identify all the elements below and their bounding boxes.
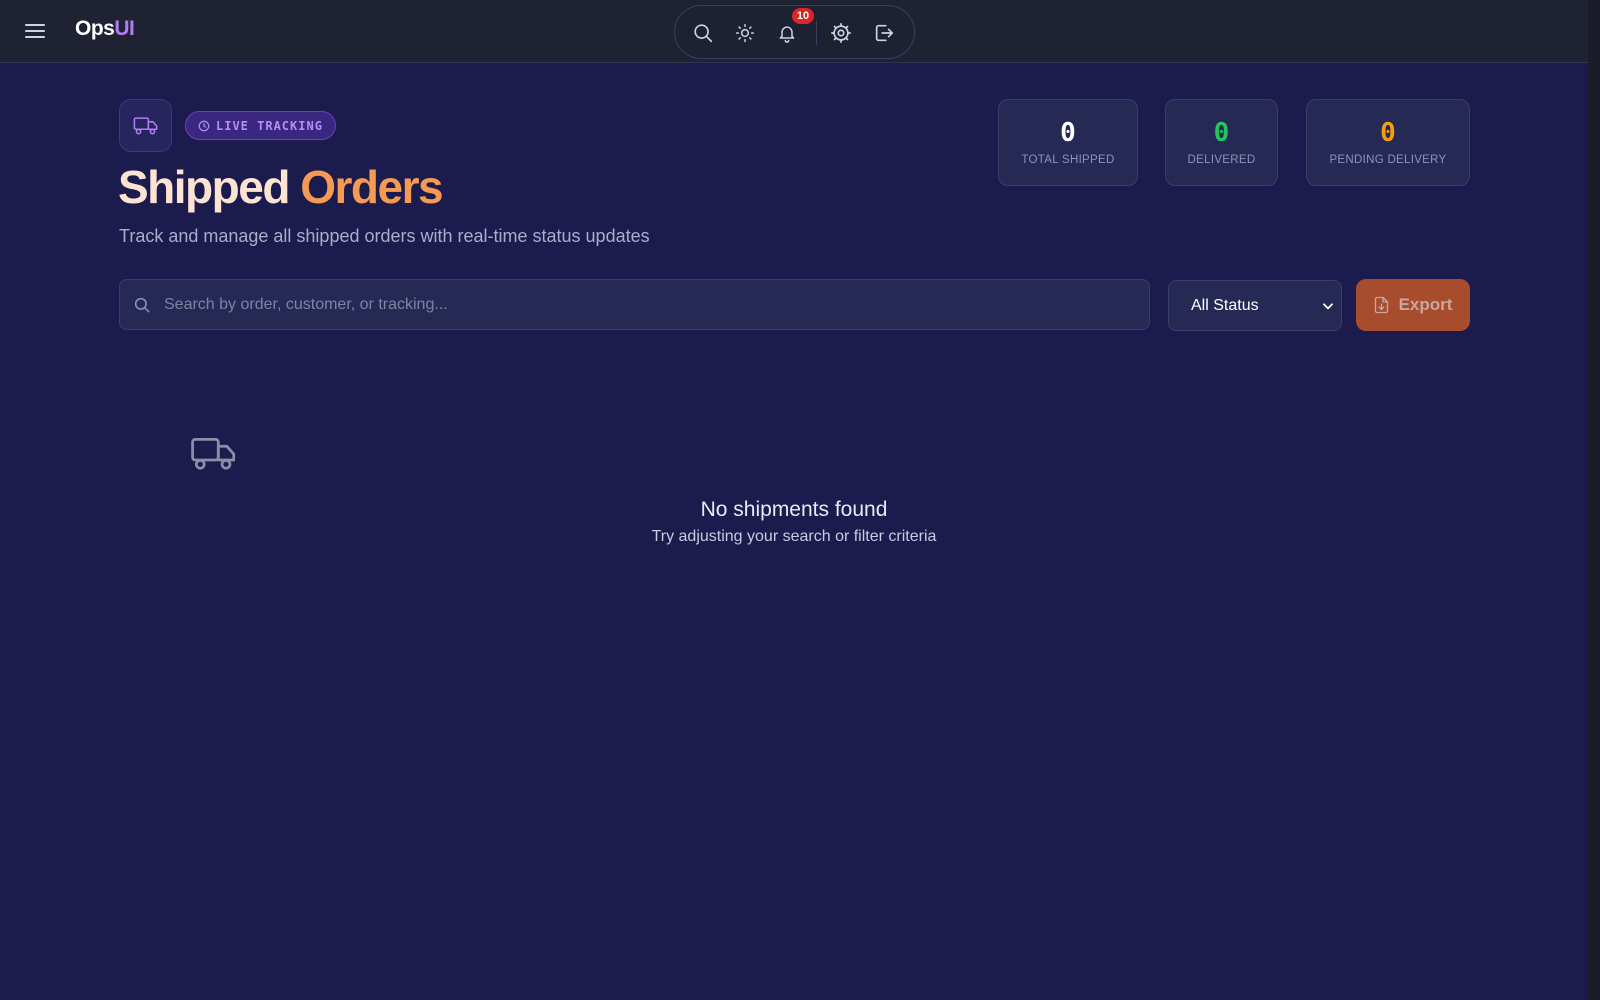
nav-divider bbox=[816, 21, 817, 45]
stat-pending-delivery-value: 0 bbox=[1380, 118, 1396, 148]
stat-pending-delivery: 0 PENDING DELIVERY bbox=[1306, 99, 1470, 186]
page-title-part1: Shipped bbox=[118, 161, 290, 213]
app-logo[interactable]: OpsUI bbox=[75, 17, 135, 41]
logout-icon[interactable] bbox=[872, 21, 896, 45]
empty-state-title: No shipments found bbox=[700, 498, 888, 521]
notification-badge: 10 bbox=[792, 8, 814, 24]
file-download-icon bbox=[1374, 296, 1388, 314]
stat-total-shipped-label: TOTAL SHIPPED bbox=[1021, 154, 1115, 166]
page-subtitle: Track and manage all shipped orders with… bbox=[119, 226, 650, 246]
truck-tile bbox=[119, 99, 172, 152]
logo-text-ui: UI bbox=[114, 17, 135, 40]
sun-icon[interactable] bbox=[733, 21, 757, 45]
stat-total-shipped-value: 0 bbox=[1060, 118, 1076, 148]
search-icon[interactable] bbox=[691, 21, 715, 45]
status-filter-value: All Status bbox=[1191, 297, 1259, 314]
stat-total-shipped: 0 TOTAL SHIPPED bbox=[998, 99, 1138, 186]
clock-icon bbox=[198, 120, 210, 131]
search-icon bbox=[134, 297, 150, 313]
stat-pending-delivery-label: PENDING DELIVERY bbox=[1329, 154, 1447, 166]
gear-icon[interactable] bbox=[829, 21, 853, 45]
export-button[interactable]: Export bbox=[1356, 279, 1470, 331]
empty-truck-icon bbox=[191, 438, 236, 470]
page-title: Shipped Orders bbox=[118, 160, 444, 214]
live-tracking-label: LIVE TRACKING bbox=[216, 118, 323, 133]
logo-text-ops: Ops bbox=[75, 17, 115, 40]
empty-state-subtitle: Try adjusting your search or filter crit… bbox=[651, 528, 937, 545]
truck-icon bbox=[133, 116, 157, 134]
stat-delivered-value: 0 bbox=[1213, 118, 1230, 148]
top-actions-pill: 10 bbox=[674, 5, 915, 59]
search-box bbox=[119, 279, 1150, 330]
top-navbar: OpsUI 10 bbox=[0, 0, 1588, 63]
stat-delivered-label: DELIVERED bbox=[1187, 154, 1256, 166]
chevron-down-icon bbox=[1323, 303, 1333, 310]
page-title-part2: Orders bbox=[300, 161, 443, 213]
live-tracking-chip: LIVE TRACKING bbox=[185, 111, 336, 140]
search-input[interactable] bbox=[164, 280, 1134, 329]
status-filter-select[interactable]: All Status bbox=[1168, 280, 1342, 331]
page-scrollbar[interactable] bbox=[1588, 0, 1600, 1000]
menu-icon[interactable] bbox=[22, 18, 48, 44]
page: OpsUI 10 LIVE TRACKING Shipped Orders Tr… bbox=[0, 0, 1600, 1000]
export-button-label: Export bbox=[1398, 295, 1453, 314]
bell-icon[interactable] bbox=[775, 21, 799, 45]
stat-delivered: 0 DELIVERED bbox=[1165, 99, 1278, 186]
